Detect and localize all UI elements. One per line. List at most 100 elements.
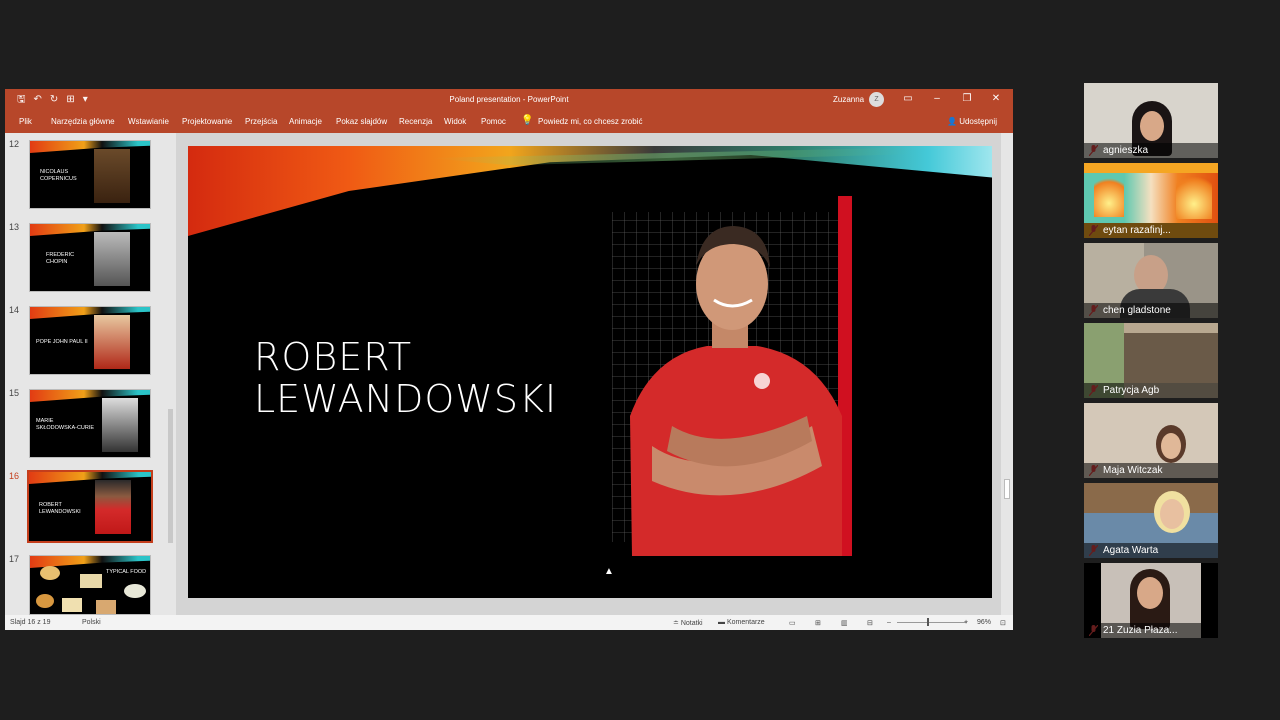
participant-video [1124, 333, 1218, 383]
slide-thumbnail-12[interactable]: Nicolaus Copernicus [29, 140, 151, 209]
player-photo[interactable] [612, 196, 852, 556]
restore-icon[interactable]: ❐ [960, 93, 974, 104]
slide-title[interactable]: ROBERT LEWANDOWSKI [254, 336, 557, 420]
participant-tile[interactable]: chen gladstone [1084, 243, 1218, 318]
participant-video [1137, 577, 1163, 609]
zoom-slider[interactable] [897, 622, 967, 623]
title-bar: 🖫 ↶ ↻ ⊞ ▾ Poland presentation - PowerPoi… [5, 89, 1013, 111]
powerpoint-window: 🖫 ↶ ↻ ⊞ ▾ Poland presentation - PowerPoi… [5, 89, 1013, 630]
status-bar: Slajd 16 z 19 Polski ≐ Notatki ▬ Komenta… [5, 615, 1013, 630]
tab-review[interactable]: Recenzja [399, 117, 432, 126]
thumb-number: 15 [9, 388, 20, 398]
thumb-title: Marie Skłodowska-Curie [36, 418, 95, 431]
food-image [124, 584, 146, 598]
zoom-in-icon[interactable]: + [964, 619, 968, 626]
ribbon-tabs: Plik Narzędzia główne Wstawianie Projekt… [5, 111, 1013, 133]
avatar[interactable]: Z [869, 92, 884, 107]
current-slide[interactable]: ROBERT LEWANDOWSKI ▲ [188, 146, 992, 598]
portrait-image [95, 480, 131, 534]
comments-button[interactable]: ▬ Komentarze [718, 619, 765, 626]
scrollbar-thumb[interactable] [1004, 479, 1010, 499]
zoom-slider-handle[interactable] [927, 618, 929, 626]
participant-name: 21 Zuzia Płaza... [1084, 623, 1218, 638]
participant-video [1161, 433, 1181, 459]
tab-animations[interactable]: Animacje [289, 117, 322, 126]
portrait-image [102, 398, 138, 452]
normal-view-icon[interactable]: ▭ [789, 619, 796, 627]
participant-name: eytan razafinj... [1084, 223, 1218, 238]
food-image [62, 598, 82, 612]
decor-swoosh [30, 307, 150, 319]
portrait-image [94, 232, 130, 286]
tab-view[interactable]: Widok [444, 117, 466, 126]
tab-insert[interactable]: Wstawianie [128, 117, 169, 126]
fit-to-window-icon[interactable]: ⊡ [1000, 619, 1006, 627]
thumb-title: Frederic Chopin [46, 252, 75, 265]
thumb-number: 12 [9, 139, 20, 149]
slide-thumbnail-17[interactable]: Typical food [29, 555, 151, 615]
zoom-out-icon[interactable]: – [887, 619, 891, 626]
ribbon-display-icon[interactable]: ▭ [901, 93, 915, 104]
close-icon[interactable]: ✕ [989, 93, 1003, 104]
participant-name: chen gladstone [1084, 303, 1218, 318]
participant-tile[interactable]: Agata Warta [1084, 483, 1218, 558]
slide-thumbnail-15[interactable]: Marie Skłodowska-Curie [29, 389, 151, 458]
thumb-number: 16 [9, 471, 20, 481]
share-button[interactable]: 👤 Udostępnij [947, 117, 997, 126]
minimize-icon[interactable]: – [930, 93, 944, 104]
notes-icon: ≐ [673, 620, 681, 627]
reading-view-icon[interactable]: ▥ [841, 619, 848, 627]
user-name[interactable]: Zuzanna [833, 95, 864, 104]
participant-name: agnieszka [1084, 143, 1218, 158]
fire-graphic [1094, 171, 1124, 217]
tab-slideshow[interactable]: Pokaz slajdów [336, 117, 387, 126]
editor-scrollbar[interactable] [1001, 133, 1013, 615]
portrait-image [94, 315, 130, 369]
share-label: Udostępnij [959, 117, 997, 126]
participant-video [1084, 483, 1218, 513]
person-icon: 👤 [947, 117, 960, 126]
participant-video [1160, 499, 1184, 529]
slide-editor: ROBERT LEWANDOWSKI ▲ [176, 133, 1013, 615]
thumb-title: Robert Lewandowski [39, 502, 81, 515]
tab-file[interactable]: Plik [19, 117, 32, 126]
comments-label: Komentarze [726, 619, 765, 626]
participant-tile[interactable]: eytan razafinj... [1084, 163, 1218, 238]
notes-button[interactable]: ≐ Notatki [673, 619, 703, 627]
comment-icon: ▬ [718, 619, 727, 626]
zoom-level[interactable]: 96% [977, 619, 991, 626]
mouse-cursor: ▲ [604, 566, 614, 577]
notes-label: Notatki [680, 620, 703, 627]
thumb-title: Nicolaus Copernicus [40, 169, 77, 182]
lightbulb-icon: 💡 [521, 115, 534, 126]
thumbnail-scrollbar[interactable] [166, 133, 176, 615]
slide-thumbnail-13[interactable]: Frederic Chopin [29, 223, 151, 292]
language-indicator[interactable]: Polski [82, 619, 101, 626]
thumb-title: Pope John Paul II [36, 339, 88, 345]
food-image [40, 566, 60, 580]
tab-help[interactable]: Pomoc [481, 117, 506, 126]
participant-tile[interactable]: agnieszka [1084, 83, 1218, 158]
food-image [36, 594, 54, 608]
participant-tile[interactable]: Patrycja Agb [1084, 323, 1218, 398]
tab-transitions[interactable]: Przejścia [245, 117, 277, 126]
tell-me-search[interactable]: Powiedz mi, co chcesz zrobić [538, 117, 642, 126]
participant-name: Maja Witczak [1084, 463, 1218, 478]
slide-sorter-icon[interactable]: ⊞ [815, 619, 821, 627]
decor-swoosh [30, 224, 150, 236]
slideshow-view-icon[interactable]: ⊟ [867, 619, 873, 627]
tab-home[interactable]: Narzędzia główne [51, 117, 115, 126]
participant-tile[interactable]: 21 Zuzia Płaza... [1084, 563, 1218, 638]
participant-name: Agata Warta [1084, 543, 1218, 558]
decor-swoosh [30, 141, 150, 153]
slide-thumbnail-14[interactable]: Pope John Paul II [29, 306, 151, 375]
thumb-number: 17 [9, 554, 20, 564]
food-image [96, 600, 116, 614]
tab-design[interactable]: Projektowanie [182, 117, 232, 126]
participant-tile[interactable]: Maja Witczak [1084, 403, 1218, 478]
slide-thumbnail-16[interactable]: Robert Lewandowski [27, 470, 153, 543]
fire-graphic [1176, 169, 1212, 219]
participant-name: Patrycja Agb [1084, 383, 1218, 398]
slide-thumbnail-panel: 12 Nicolaus Copernicus 13 Frederic Chopi… [5, 133, 176, 615]
scrollbar-thumb[interactable] [168, 409, 173, 543]
